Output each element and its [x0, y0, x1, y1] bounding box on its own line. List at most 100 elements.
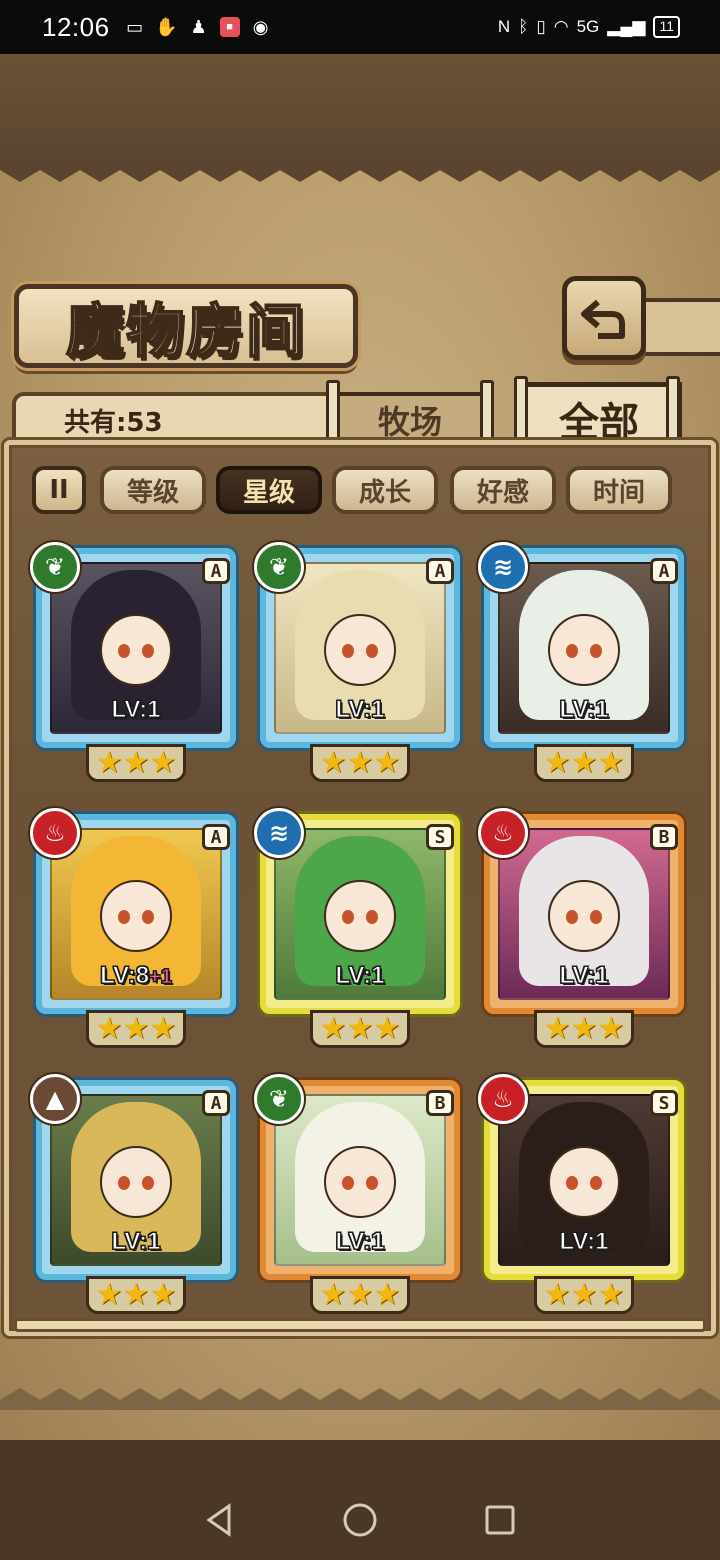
- eye-icon: ◉: [252, 16, 269, 37]
- nav-back-icon: [206, 1503, 231, 1537]
- sort-growth-button[interactable]: 成长: [332, 466, 438, 514]
- torn-edge-top: [0, 160, 720, 182]
- star-rating: ★★★: [86, 1010, 186, 1048]
- monster-eye: [590, 910, 602, 925]
- sort-order-icon: II: [49, 475, 69, 505]
- monster-eye: [142, 644, 154, 659]
- monster-card[interactable]: LV:1 B ♨ ★★★: [478, 808, 684, 1048]
- nav-back-button[interactable]: [200, 1500, 240, 1540]
- nav-home-button[interactable]: [340, 1500, 380, 1540]
- monster-level: LV:1: [52, 1228, 220, 1256]
- map-background-top: [0, 54, 720, 170]
- sort-growth-label: 成长: [358, 477, 411, 508]
- torn-edge-bottom: [0, 1388, 720, 1410]
- title-plate: 魔物房间: [14, 284, 358, 368]
- navigation-bar: [0, 1480, 720, 1560]
- monster-portrait: LV:1: [498, 828, 670, 1000]
- level-value: LV:1: [335, 1228, 385, 1256]
- monster-count: 共有:53: [64, 407, 163, 438]
- level-value: LV:1: [111, 1228, 161, 1256]
- water-element-icon: ≋: [254, 808, 304, 858]
- monster-eye: [342, 910, 354, 925]
- status-bar: 12:06 ▭ ✋ ♟ ■ ◉ N ᛒ ▯ ◠ 5G ▂▄▆ 11: [0, 0, 720, 54]
- water-element-icon: ≋: [478, 542, 528, 592]
- sort-star-button[interactable]: 星级: [216, 466, 322, 514]
- monster-level: LV:1: [500, 1228, 668, 1256]
- sort-star-label: 星级: [242, 477, 295, 508]
- monster-card[interactable]: LV:1 B ❦ ★★★: [254, 1074, 460, 1314]
- nav-home-icon: [343, 1503, 377, 1537]
- nature-element-icon: ❦: [254, 542, 304, 592]
- nav-recents-button[interactable]: [480, 1500, 520, 1540]
- level-value: LV:1: [111, 696, 161, 724]
- panel-bottom-rail: [14, 1318, 706, 1332]
- back-button[interactable]: [562, 276, 646, 360]
- monster-eye: [118, 644, 130, 659]
- monster-card[interactable]: LV:1 S ♨ ★★★: [478, 1074, 684, 1314]
- nav-recents-icon: [485, 1505, 515, 1535]
- monster-portrait: LV:1: [50, 562, 222, 734]
- monster-portrait: LV:1: [274, 1094, 446, 1266]
- tab-ranch-label: 牧场: [377, 403, 442, 441]
- monster-face: [548, 614, 620, 687]
- tab-post: [666, 376, 680, 450]
- monster-eye: [142, 1176, 154, 1191]
- signal-icon: ▂▄▆: [607, 17, 646, 36]
- monster-portrait: LV:1: [50, 1094, 222, 1266]
- monster-face: [324, 614, 396, 687]
- rank-badge: S: [650, 1090, 678, 1116]
- monster-level: LV:1: [276, 1228, 444, 1256]
- sort-affection-label: 好感: [476, 477, 529, 508]
- star-rating: ★★★: [86, 744, 186, 782]
- level-value: LV:1: [335, 962, 385, 990]
- monster-card[interactable]: LV:8+1 A ♨ ★★★: [30, 808, 236, 1048]
- monster-eye: [566, 1176, 578, 1191]
- nature-element-icon: ❦: [254, 1074, 304, 1124]
- monster-level: LV:1: [500, 962, 668, 990]
- monster-eye: [342, 1176, 354, 1191]
- tab-post: [514, 376, 528, 450]
- bluetooth-icon: ᛒ: [518, 17, 529, 36]
- star-rating: ★★★: [86, 1276, 186, 1314]
- monster-card[interactable]: LV:1 S ≋ ★★★: [254, 808, 460, 1048]
- monster-face: [324, 1146, 396, 1219]
- rank-badge: A: [202, 824, 230, 850]
- monster-eye: [118, 1176, 130, 1191]
- rank-badge: A: [426, 558, 454, 584]
- monster-eye: [566, 910, 578, 925]
- monster-card[interactable]: LV:1 A ❦ ★★★: [254, 542, 460, 782]
- level-value: LV:1: [335, 696, 385, 724]
- sort-order-toggle[interactable]: II: [32, 466, 86, 514]
- monster-level: LV:1: [500, 696, 668, 724]
- sort-time-button[interactable]: 时间: [566, 466, 672, 514]
- network-label: 5G: [576, 17, 600, 36]
- monster-eye: [590, 1176, 602, 1191]
- back-arrow-icon: [581, 299, 625, 339]
- monster-count-bar: 共有:53: [12, 392, 342, 444]
- page-title: 魔物房间: [65, 296, 306, 366]
- level-bonus: +1: [149, 966, 173, 989]
- monster-face: [548, 1146, 620, 1219]
- sort-time-label: 时间: [592, 477, 645, 508]
- hand-icon: ✋: [155, 16, 178, 37]
- monster-card[interactable]: LV:1 A ▲ ★★★: [30, 1074, 236, 1314]
- sort-affection-button[interactable]: 好感: [450, 466, 556, 514]
- fire-element-icon: ♨: [478, 808, 528, 858]
- monster-level: LV:1: [276, 962, 444, 990]
- monster-eye: [118, 910, 130, 925]
- qq-icon: ♟: [190, 16, 207, 37]
- monster-card[interactable]: LV:1 A ≋ ★★★: [478, 542, 684, 782]
- app-badge-icon: ■: [219, 17, 240, 37]
- monster-eye: [366, 1176, 378, 1191]
- sort-level-button[interactable]: 等级: [100, 466, 206, 514]
- fire-element-icon: ♨: [478, 1074, 528, 1124]
- tab-ranch[interactable]: 牧场: [330, 392, 490, 444]
- star-rating: ★★★: [310, 1276, 410, 1314]
- level-value: LV:1: [559, 1228, 609, 1256]
- star-rating: ★★★: [310, 744, 410, 782]
- rank-badge: B: [426, 1090, 454, 1116]
- rank-badge: A: [650, 558, 678, 584]
- monster-card[interactable]: LV:1 A ❦ ★★★: [30, 542, 236, 782]
- rank-badge: A: [202, 1090, 230, 1116]
- nature-element-icon: ❦: [30, 542, 80, 592]
